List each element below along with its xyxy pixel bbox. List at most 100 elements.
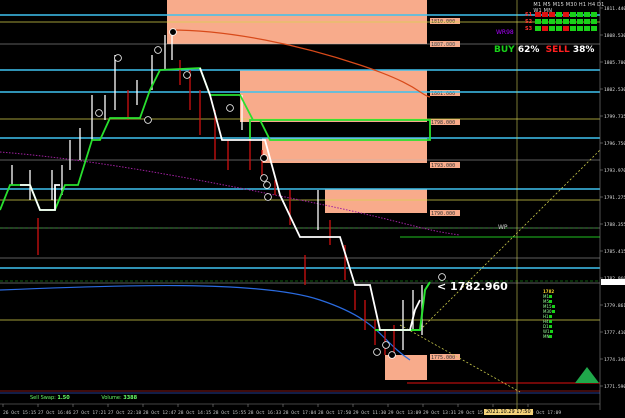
time-axis-label: 27 Oct 16:46 [38,410,71,416]
price-chart[interactable]: 1810.0001807.0001801.0001798.0001793.000… [0,0,625,418]
zone-price-label: 1807.000 [431,42,455,48]
sell-label: SELL [545,45,570,55]
time-axis-label: 26 Oct 15:15 [3,410,36,416]
strength-square [584,26,590,31]
strength-square [556,19,562,24]
strength-square [542,12,548,17]
volume-label: Volume: [101,395,122,401]
chart-background [0,0,625,418]
strength-square [563,19,569,24]
strength-square [577,26,583,31]
supply-demand-zone [167,22,427,44]
time-axis-label: 29 Oct 11:30 [353,410,386,416]
strength-square [542,19,548,24]
strength-square [584,19,590,24]
supply-demand-zone [262,138,427,163]
strength-row: S2 [525,18,610,25]
strength-row-label: S1 [525,11,533,18]
strength-square [570,26,576,31]
price-axis-label: 1785.415 [604,249,625,255]
zone-price-label: 1793.000 [431,163,455,169]
wp-label: WP [498,224,508,231]
crosshair-date-label: 2021.10.29 17:50 [484,409,533,415]
strength-square [535,26,541,31]
price-axis-label: 1788.355 [604,222,625,228]
current-price-marker [601,279,625,285]
legend-swatch [549,295,552,298]
timeframe-strength-panel: M1 M5 M15 M30 H1 H4 D1 W1 MN S1 S2 S3 [525,2,610,32]
time-axis-label: 29 Oct 17:09 [528,410,561,416]
time-axis-label: 29 Oct 13:31 [423,410,456,416]
pattern-marker [114,54,122,62]
price-axis-label: 1774.340 [604,357,625,363]
time-axis-label: 29 Oct 13:09 [388,410,421,416]
pattern-marker [388,351,396,359]
legend-swatch [551,310,555,313]
strength-square [542,26,548,31]
pattern-marker [260,174,268,182]
pattern-marker [154,46,162,54]
account-info-bar: Sell Swap: 1.50 Volume: 3388 [0,395,600,402]
price-axis-label: 1793.970 [604,168,625,174]
pattern-marker [382,341,390,349]
pattern-marker [226,104,234,112]
strength-row: S3 [525,25,610,32]
zone-price-label: 1775.000 [431,355,455,361]
price-axis-label: 1791.275 [604,195,625,201]
time-axis-label: 27 Oct 22:18 [108,410,141,416]
time-axis-label: 27 Oct 17:21 [73,410,106,416]
price-axis-label: 1777.410 [604,330,625,336]
strength-row-label: S3 [525,25,533,32]
price-axis-label: 1796.750 [604,141,625,147]
volume-value: 3388 [123,395,138,401]
strength-square [577,12,583,17]
time-axis-label: 28 Oct 14:15 [178,410,211,416]
strength-square [535,19,541,24]
sell-swap-value: 1.50 [57,395,70,401]
supply-demand-zone [167,0,427,22]
strength-square [591,26,597,31]
strength-row-label: S2 [525,18,533,25]
buy-percent: 62% [517,45,540,55]
legend-swatch [549,335,553,338]
supply-demand-zone [385,355,427,380]
price-axis-label: 1805.700 [604,60,625,66]
legend-swatch [549,330,553,333]
pattern-marker [144,116,152,124]
time-axis-label: 28 Oct 17:50 [318,410,351,416]
price-axis-label: 1802.530 [604,87,625,93]
strength-square [570,12,576,17]
supply-demand-zone [240,70,427,92]
strength-square [535,12,541,17]
pattern-marker [264,193,272,201]
price-axis-label: 1799.735 [604,114,625,120]
current-price-tag: < 1782.960 [437,280,508,293]
strength-square [570,19,576,24]
zone-price-label: 1790.000 [431,211,455,217]
timeframe-legend: 1782 M1 M5 M15 M30 H1 H4 D1 W1 MN [543,289,561,339]
timeframe-header-row: M1 M5 M15 M30 H1 H4 D1 W1 MN [525,2,610,14]
time-axis-label: 28 Oct 16:33 [248,410,281,416]
time-axis-label: 28 Oct 12:47 [143,410,176,416]
pattern-marker [95,109,103,117]
legend-swatch [548,325,552,328]
time-axis-label: 28 Oct 15:55 [213,410,246,416]
price-axis-label: 1779.861 [604,303,625,309]
price-axis-label: 1808.530 [604,33,625,39]
pattern-marker [373,348,381,356]
sell-percent: 38% [572,45,595,55]
strength-square [549,19,555,24]
strength-square [556,26,562,31]
legend-swatch [548,320,552,323]
buy-label: BUY [494,45,515,55]
strength-square [549,12,555,17]
strength-square [556,12,562,17]
supply-demand-zone [240,92,427,122]
strength-square [591,12,597,17]
time-axis-label: 28 Oct 17:04 [283,410,316,416]
sell-swap-label: Sell Swap: [30,395,56,401]
zone-price-label: 1798.000 [431,120,455,126]
price-axis-label: 1771.590 [604,384,625,390]
strength-square [549,26,555,31]
strength-square [563,26,569,31]
